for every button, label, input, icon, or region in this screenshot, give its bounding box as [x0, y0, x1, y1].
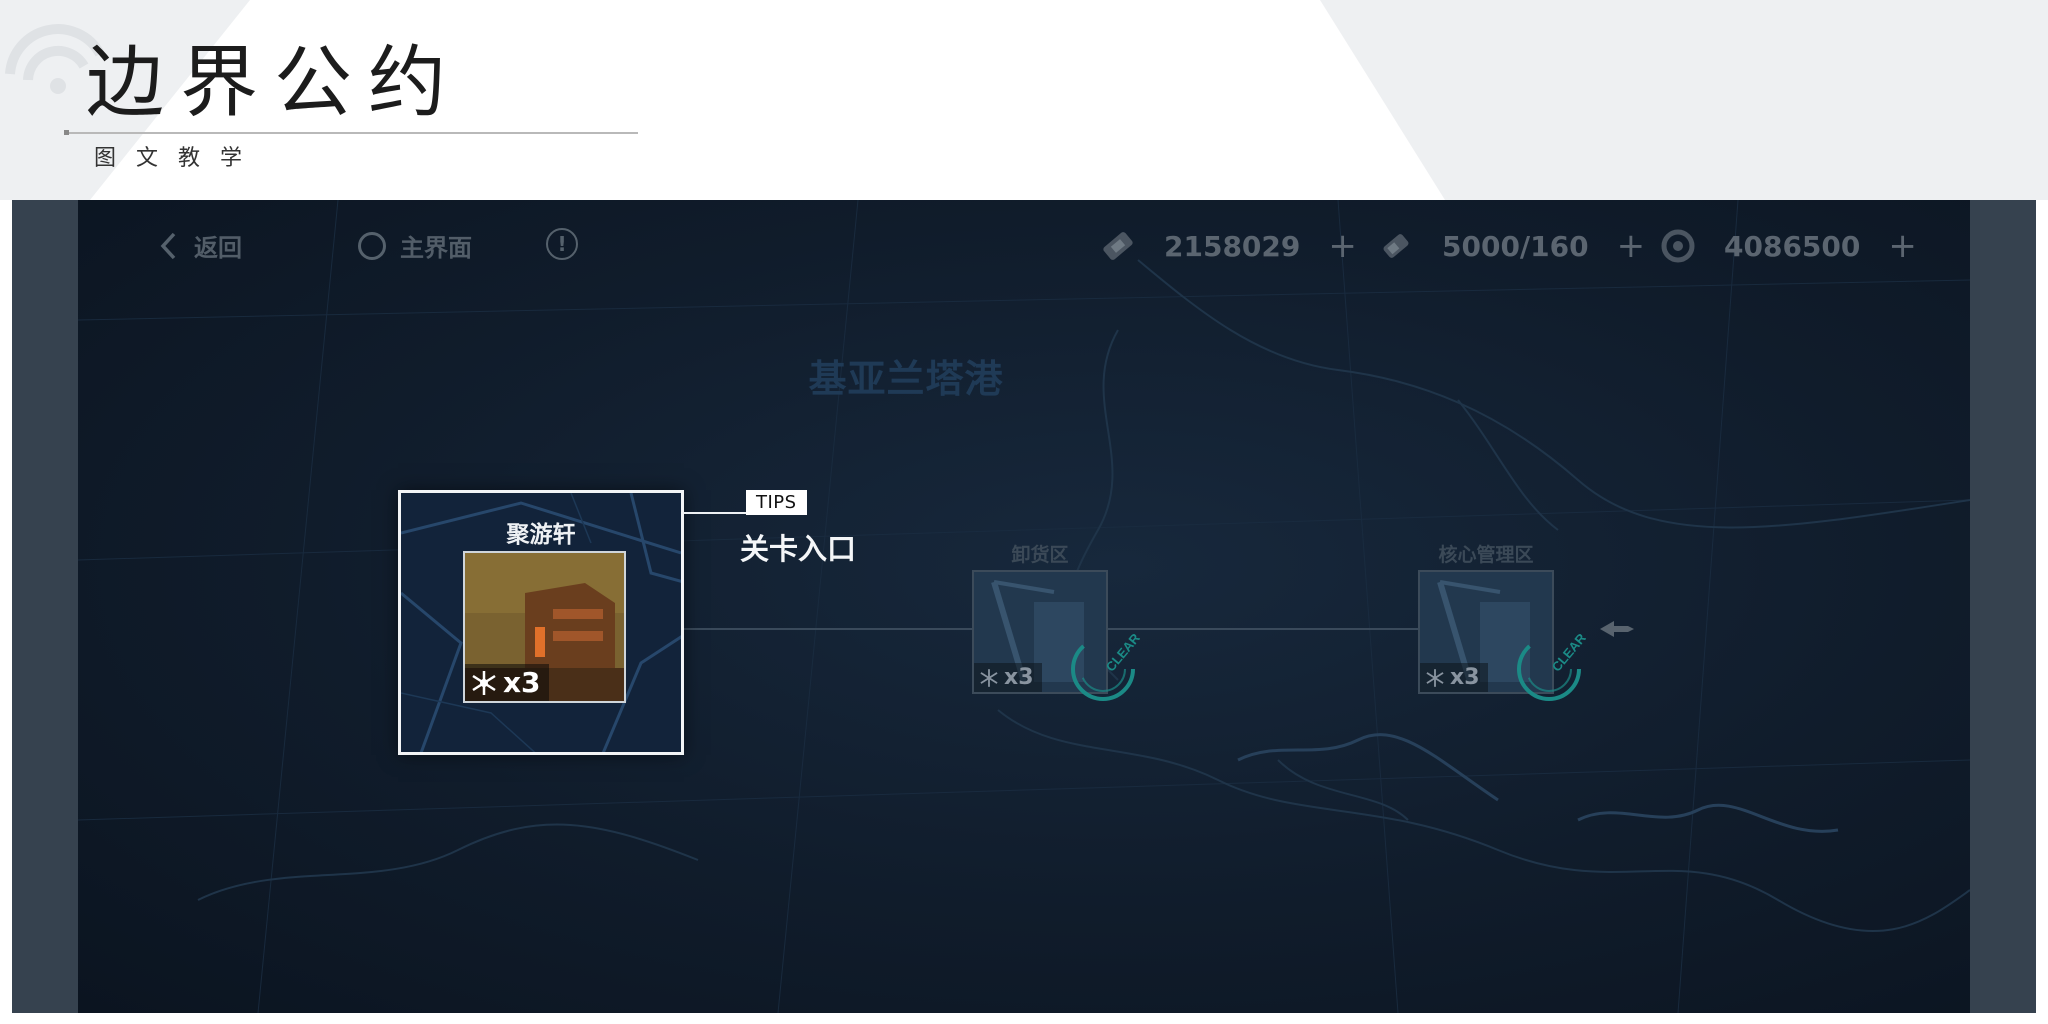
- resource-ticket: 2158029 +: [1098, 226, 1357, 266]
- clear-label: CLEAR: [1549, 632, 1586, 674]
- resource-coin: 4086500 +: [1658, 226, 1917, 266]
- next-arrow-icon[interactable]: [1600, 619, 1634, 639]
- add-ticket-button[interactable]: +: [1328, 226, 1357, 266]
- stage-node-highlighted[interactable]: 聚游轩 x3: [398, 490, 684, 755]
- letterbox-left: [12, 200, 78, 1013]
- chevron-left-icon: [160, 232, 176, 259]
- tips-tag: TIPS: [746, 490, 807, 515]
- back-label: 返回: [194, 234, 242, 262]
- clear-stamp: CLEAR: [1071, 632, 1140, 701]
- emblem-icon: [472, 670, 496, 695]
- home-label: 主界面: [400, 234, 472, 262]
- reward-multiplier: x3: [1004, 665, 1034, 690]
- add-coin-button[interactable]: +: [1888, 226, 1917, 266]
- stage-title: 卸货区: [1011, 544, 1069, 566]
- stage-title: 聚游轩: [506, 522, 576, 548]
- resource-value: 4086500: [1724, 229, 1861, 263]
- coin-icon: [1661, 229, 1695, 263]
- back-button[interactable]: 返回: [158, 228, 242, 263]
- reward-multiplier: x3: [1450, 665, 1480, 690]
- area-title: 基亚兰塔港: [78, 348, 1970, 403]
- reward-badge: x3: [1420, 663, 1488, 692]
- tips-connector: [684, 512, 746, 514]
- game-screen: 返回 主界面 ! 2158029 + 5000/160 + 4086500 + …: [78, 200, 1970, 1013]
- tips-text: 关卡入口: [740, 532, 857, 566]
- stage-thumbnail: x3: [463, 551, 626, 703]
- stage-title: 核心管理区: [1438, 544, 1534, 566]
- stage-path: [1108, 628, 1420, 630]
- deck-title: 边界公约: [86, 38, 463, 128]
- clear-stamp: CLEAR: [1517, 632, 1586, 701]
- deck-subtitle: 图文教学: [94, 146, 263, 171]
- reward-badge: x3: [465, 664, 549, 701]
- title-divider: [64, 130, 638, 135]
- info-icon[interactable]: !: [546, 228, 578, 260]
- resource-value: 5000/160: [1442, 229, 1589, 263]
- home-button[interactable]: 主界面: [358, 228, 472, 263]
- battery-icon: [1383, 234, 1409, 258]
- reward-multiplier: x3: [503, 666, 541, 699]
- resource-value: 2158029: [1164, 229, 1301, 263]
- area-title-text: 基亚兰塔港: [808, 357, 1004, 401]
- add-battery-button[interactable]: +: [1617, 226, 1646, 266]
- ticket-icon: [1103, 232, 1133, 260]
- game-screenshot-frame: 返回 主界面 ! 2158029 + 5000/160 + 4086500 + …: [12, 200, 2036, 1013]
- home-circle-icon: [358, 231, 386, 260]
- resource-battery: 5000/160 +: [1376, 226, 1645, 266]
- emblem-icon: [1426, 668, 1444, 687]
- reward-badge: x3: [974, 663, 1042, 692]
- slide-header: 边界公约 图文教学: [0, 0, 2048, 200]
- emblem-icon: [980, 668, 998, 687]
- letterbox-right: [1970, 200, 2036, 1013]
- clear-label: CLEAR: [1103, 632, 1140, 674]
